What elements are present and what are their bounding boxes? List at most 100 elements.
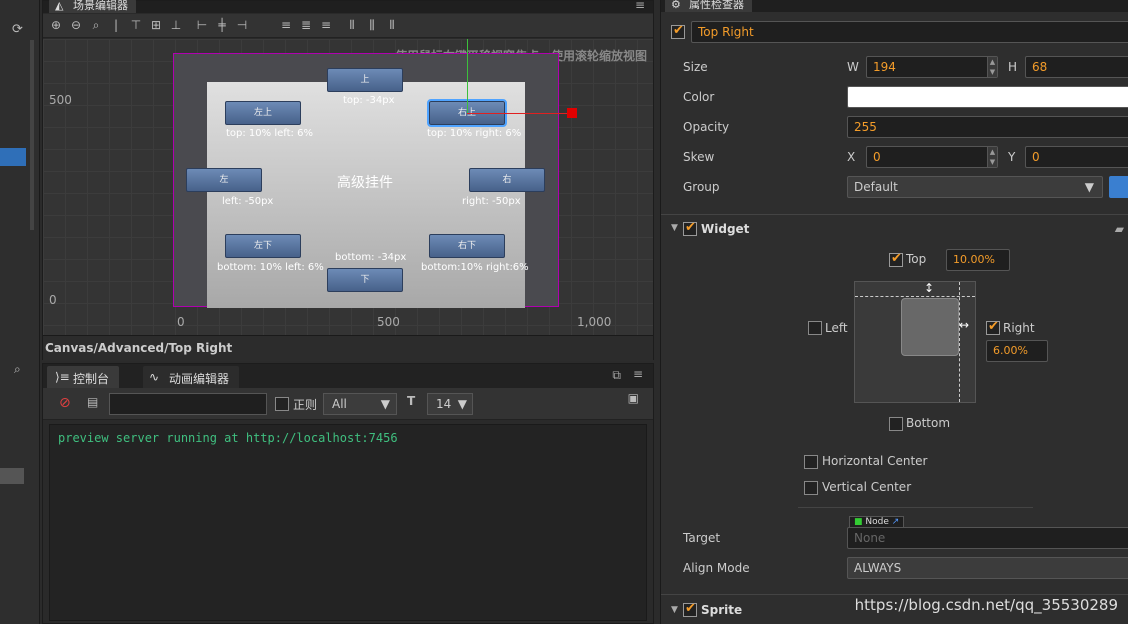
regex-label: 正则	[293, 398, 318, 412]
font-size-select[interactable]: 14 ▼	[427, 393, 473, 415]
search-icon[interactable]: ⌕	[14, 362, 21, 377]
tab-inspector[interactable]: ⚙ 属性检查器	[665, 0, 752, 12]
zoom-reset-icon[interactable]: ⌕	[89, 18, 103, 32]
gear-icon: ⚙	[671, 0, 681, 11]
opacity-label: Opacity	[683, 120, 730, 134]
y-axis-label-500: 500	[49, 93, 72, 107]
horizontal-center-checkbox[interactable]	[804, 455, 818, 469]
tab-scene-editor[interactable]: ◭ 场景编辑器	[49, 0, 136, 13]
horizontal-arrow-icon: ↔	[959, 318, 970, 332]
y-axis-label-0: 0	[49, 293, 57, 307]
align-left-icon[interactable]: ⊢	[195, 18, 209, 32]
target-label: Target	[683, 531, 721, 545]
bottom-checkbox[interactable]	[889, 417, 903, 431]
animation-icon: ∿	[149, 370, 160, 384]
chevron-down-icon: ▼	[1084, 180, 1094, 194]
tab-animation-editor[interactable]: ∿ 动画编辑器	[143, 366, 240, 388]
regex-checkbox[interactable]	[275, 397, 289, 411]
refresh-icon[interactable]: ⟳	[12, 22, 23, 37]
skew-y-input[interactable]: 0	[1025, 146, 1128, 168]
distribute-left-icon[interactable]: ⫴	[345, 18, 359, 32]
zoom-out-icon[interactable]: ⊖	[69, 18, 83, 32]
log-level-select[interactable]: All ▼	[323, 393, 397, 415]
bottom-left-button[interactable]: 左下	[225, 234, 301, 258]
bottom-button[interactable]: 下	[327, 268, 403, 292]
distribute-hcenter-icon[interactable]: ⫼	[365, 18, 379, 32]
align-bottom-icon[interactable]: ⊥	[169, 18, 183, 32]
tab-label: 场景编辑器	[73, 0, 128, 12]
widget-enabled-checkbox[interactable]	[683, 220, 697, 236]
console-output[interactable]: preview server running at http://localho…	[49, 424, 647, 621]
tab-console[interactable]: ⟩≡ 控制台	[47, 366, 120, 388]
collapse-arrow-icon[interactable]: ▼	[671, 605, 678, 615]
top-label: Top	[906, 252, 927, 266]
align-hcenter-icon[interactable]: ╪	[215, 18, 229, 32]
top-button[interactable]: 上	[327, 68, 403, 92]
node-name-input[interactable]: Top Right	[691, 21, 1128, 43]
advanced-panel[interactable]: 高级挂件 上 top: -34px 左上 top: 10% left: 6% 右…	[186, 68, 545, 308]
scene-icon: ◭	[55, 0, 64, 12]
vertical-center-label: Vertical Center	[822, 480, 912, 494]
group-select[interactable]: Default ▼	[847, 176, 1103, 198]
width-stepper[interactable]: ▲ ▼	[987, 57, 997, 77]
top-left-button[interactable]: 左上	[225, 101, 301, 125]
scene-viewport[interactable]: 使用鼠标右键平移视窗焦点，使用滚轮缩放视图 500 0 0 500 1,000 …	[43, 39, 653, 335]
align-mode-select[interactable]: ALWAYS	[847, 557, 1128, 579]
gizmo-x-axis[interactable]	[467, 113, 567, 114]
vertical-center-checkbox[interactable]	[804, 481, 818, 495]
section-divider	[661, 214, 1128, 215]
distribute-vcenter-icon[interactable]: ≣	[299, 18, 313, 32]
log-file-icon[interactable]: ▤	[87, 395, 98, 409]
zoom-in-icon[interactable]: ⊕	[49, 18, 63, 32]
collapse-icon[interactable]: ▣	[628, 391, 639, 405]
height-label: H	[1008, 60, 1018, 74]
color-picker[interactable]	[847, 86, 1128, 108]
scene-toolbar: ⊕ ⊖ ⌕ | ⊤ ⊞ ⊥ ⊢ ╪ ⊣ ≡ ≣ ≡ ⫴ ⫼ ⫴	[43, 14, 653, 38]
align-right-icon[interactable]: ⊣	[235, 18, 249, 32]
left-label: Left	[825, 321, 848, 335]
selected-row[interactable]	[0, 148, 26, 166]
component-menu-icon[interactable]: ▰	[1115, 222, 1124, 236]
bottom-label: bottom: -34px	[335, 252, 407, 263]
sprite-enabled-checkbox[interactable]	[683, 601, 697, 617]
right-input[interactable]: 6.00%	[986, 340, 1048, 362]
align-top-icon[interactable]: ⊤	[129, 18, 143, 32]
skew-x-stepper[interactable]: ▲ ▼	[987, 147, 997, 167]
popout-icon[interactable]: ⧉	[612, 368, 621, 383]
distribute-top-icon[interactable]: ≡	[279, 18, 293, 32]
right-checkbox[interactable]	[986, 319, 1000, 335]
distribute-bottom-icon[interactable]: ≡	[319, 18, 333, 32]
group-edit-button[interactable]	[1109, 176, 1128, 198]
left-checkbox[interactable]	[808, 321, 822, 335]
tab-label: 控制台	[73, 372, 110, 386]
link-icon: ↗	[891, 517, 900, 527]
node-active-checkbox[interactable]	[671, 23, 685, 39]
list-row[interactable]	[0, 468, 24, 484]
widget-alignment-diagram: ↕ ↔	[854, 281, 976, 403]
widget-node-preview	[901, 298, 959, 356]
gizmo-y-axis[interactable]	[467, 39, 468, 113]
opacity-input[interactable]: 255	[847, 116, 1128, 138]
skew-y-label: Y	[1008, 150, 1016, 164]
distribute-right-icon[interactable]: ⫴	[385, 18, 399, 32]
clear-icon[interactable]: ⊘	[59, 395, 71, 411]
gizmo-x-handle[interactable]	[567, 108, 577, 118]
top-checkbox[interactable]	[889, 251, 903, 267]
align-vcenter-icon[interactable]: ⊞	[149, 18, 163, 32]
bottom-right-button[interactable]: 右下	[429, 234, 505, 258]
top-right-label: top: 10% right: 6%	[427, 128, 522, 139]
menu-icon[interactable]: ≡	[635, 0, 645, 12]
height-input[interactable]: 68	[1025, 56, 1128, 78]
target-input[interactable]: None	[847, 527, 1128, 549]
bottom-left-label: bottom: 10% left: 6%	[217, 262, 324, 273]
width-input[interactable]: 194 ▲ ▼	[866, 56, 998, 78]
skew-x-input[interactable]: 0 ▲ ▼	[866, 146, 998, 168]
right-button[interactable]: 右	[469, 168, 545, 192]
menu-icon[interactable]: ≡	[633, 367, 643, 381]
canvas-bounds: 高级挂件 上 top: -34px 左上 top: 10% left: 6% 右…	[173, 53, 559, 308]
filter-input[interactable]	[109, 393, 267, 415]
collapse-arrow-icon[interactable]: ▼	[671, 223, 678, 233]
top-input[interactable]: 10.00%	[946, 249, 1010, 271]
left-button[interactable]: 左	[186, 168, 262, 192]
scrollbar[interactable]	[30, 40, 34, 230]
